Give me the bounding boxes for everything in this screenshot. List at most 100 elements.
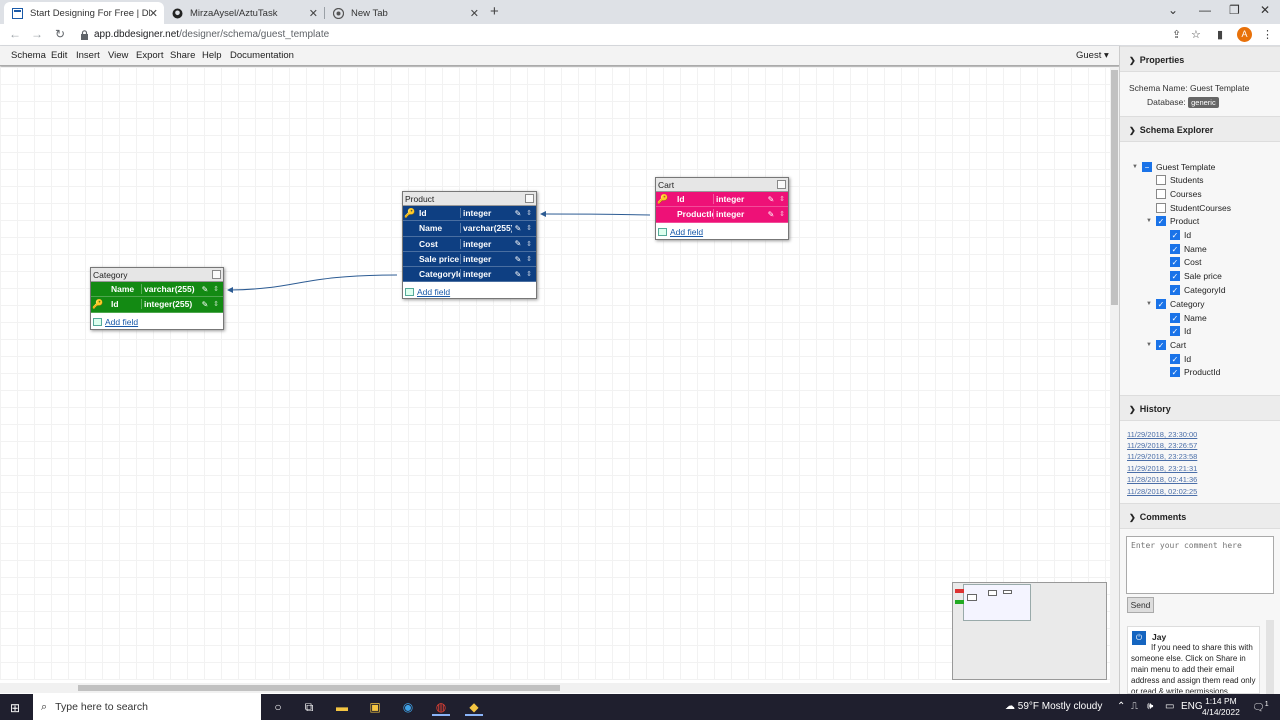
tree-table[interactable]: ▼ ✓ Product (1146, 214, 1199, 227)
history-entry[interactable]: 11/29/2018, 23:26:57 (1127, 441, 1197, 450)
battery-icon[interactable]: ▭ (1165, 701, 1174, 712)
edit-pencil-icon[interactable]: ✎ (512, 224, 524, 233)
clock[interactable]: 1:14 PM 4/14/2022 (1202, 696, 1240, 718)
table-options-icon[interactable] (212, 270, 221, 279)
field-row[interactable]: Sale price integer ✎ ⇕ (403, 251, 536, 268)
reorder-icon[interactable]: ⇕ (211, 300, 221, 308)
tray-overflow-icon[interactable]: ⌃ (1117, 701, 1125, 712)
share-icon[interactable]: ⇪ (1172, 28, 1181, 41)
horizontal-scroll-thumb[interactable] (78, 685, 560, 691)
checkbox-checked[interactable]: ✓ (1170, 256, 1180, 267)
bookmark-star-icon[interactable]: ☆ (1191, 28, 1201, 41)
minimap-viewport[interactable] (963, 584, 1031, 621)
tree-field[interactable]: ✓ Id (1170, 324, 1191, 337)
table-product[interactable]: Product 🔑 Id integer ✎ ⇕ Name varchar(255) ✎ ⇕ … (402, 191, 537, 300)
vertical-scroll-thumb[interactable] (1111, 70, 1118, 305)
edit-pencil-icon[interactable]: ✎ (765, 210, 777, 219)
side-panel-icon[interactable]: ▮ (1217, 28, 1223, 41)
restore-icon[interactable]: ❐ (1229, 3, 1240, 17)
edit-pencil-icon[interactable]: ✎ (765, 195, 777, 204)
cortana-icon[interactable]: ○ (269, 698, 287, 716)
send-button[interactable]: Send (1127, 597, 1154, 613)
edge-icon[interactable]: ◉ (399, 698, 417, 716)
close-window-icon[interactable]: ✕ (1260, 3, 1270, 17)
field-row[interactable]: Name varchar(255) ✎ ⇕ (91, 282, 223, 298)
tree-field[interactable]: ✓ Cost (1170, 255, 1201, 268)
checkbox-checked[interactable]: ✓ (1170, 325, 1180, 336)
add-field-link[interactable]: Add field (670, 227, 703, 237)
tree-field[interactable]: ✓ ProductId (1170, 365, 1220, 378)
table-cart[interactable]: Cart 🔑 Id integer ✎ ⇕ ProductId integer ✎ ⇕ Add… (655, 177, 789, 240)
notifications-icon[interactable]: 🗨1 (1252, 701, 1269, 713)
field-row[interactable]: 🔑 Id integer ✎ ⇕ (656, 192, 788, 208)
checkbox-partial[interactable]: − (1142, 161, 1152, 172)
task-view-icon[interactable]: ⧉ (300, 698, 318, 716)
reorder-icon[interactable]: ⇕ (211, 285, 221, 293)
reorder-icon[interactable]: ⇕ (524, 255, 534, 263)
tree-table[interactable]: ▼ ✓ Cart (1146, 338, 1186, 351)
checkbox[interactable] (1156, 202, 1166, 213)
tree-field[interactable]: ✓ Id (1170, 228, 1191, 241)
edit-pencil-icon[interactable]: ✎ (199, 285, 211, 294)
language-indicator[interactable]: ENG (1181, 701, 1203, 712)
reorder-icon[interactable]: ⇕ (524, 270, 534, 278)
tree-field[interactable]: ✓ Sale price (1170, 269, 1222, 282)
taskbar-search[interactable]: ⌕ Type here to search (33, 694, 261, 720)
file-explorer-icon[interactable]: ▬ (333, 698, 351, 716)
field-row[interactable]: ProductId integer ✎ ⇕ (656, 207, 788, 223)
chrome-taskbar-icon[interactable]: ◍ (432, 698, 450, 716)
tree-root[interactable]: ▼ − Guest Template (1132, 160, 1215, 173)
tree-table[interactable]: ▼ ✓ Category (1146, 297, 1205, 310)
tab-search-icon[interactable]: ⌄ (1168, 3, 1178, 17)
history-entry[interactable]: 11/29/2018, 23:30:00 (1127, 430, 1197, 439)
edit-pencil-icon[interactable]: ✎ (512, 209, 524, 218)
collapse-triangle-icon[interactable]: ▼ (1146, 218, 1156, 224)
history-entry[interactable]: 11/29/2018, 23:21:31 (1127, 464, 1197, 473)
checkbox-checked[interactable]: ✓ (1170, 312, 1180, 323)
tree-item[interactable]: Students (1156, 173, 1204, 186)
comment-input[interactable] (1126, 536, 1274, 594)
properties-header[interactable]: ❯ Properties (1120, 46, 1280, 72)
tree-field[interactable]: ✓ CategoryId (1170, 283, 1226, 296)
reorder-icon[interactable]: ⇕ (777, 195, 787, 203)
table-header[interactable]: Cart (656, 178, 788, 192)
table-header[interactable]: Category (91, 268, 223, 282)
table-header[interactable]: Product (403, 192, 536, 206)
tree-field[interactable]: ✓ Name (1170, 311, 1207, 324)
table-options-icon[interactable] (777, 180, 786, 189)
tree-item[interactable]: Courses (1156, 187, 1202, 200)
reorder-icon[interactable]: ⇕ (524, 224, 534, 232)
collapse-triangle-icon[interactable]: ▼ (1146, 301, 1156, 307)
chrome-menu-icon[interactable]: ⋮ (1262, 28, 1273, 41)
volume-icon[interactable]: 🕪 (1147, 701, 1153, 712)
checkbox-checked[interactable]: ✓ (1170, 270, 1180, 281)
windows-start-icon[interactable]: ⊞ (10, 701, 20, 715)
network-icon[interactable]: ⎍ (1131, 701, 1138, 712)
checkbox-checked[interactable]: ✓ (1170, 284, 1180, 295)
app-taskbar-icon[interactable]: ◆ (465, 698, 483, 716)
profile-avatar[interactable]: A (1237, 27, 1252, 42)
checkbox-checked[interactable]: ✓ (1170, 353, 1180, 364)
checkbox[interactable] (1156, 188, 1166, 199)
history-entry[interactable]: 11/29/2018, 23:23:58 (1127, 452, 1197, 461)
add-field-link[interactable]: Add field (417, 287, 450, 297)
history-entry[interactable]: 11/28/2018, 02:41:36 (1127, 475, 1197, 484)
schema-explorer-header[interactable]: ❯ Schema Explorer (1120, 116, 1280, 142)
minimize-icon[interactable]: — (1199, 3, 1211, 17)
field-row[interactable]: 🔑 Id integer ✎ ⇕ (403, 206, 536, 222)
history-entry[interactable]: 11/28/2018, 02:02:25 (1127, 487, 1197, 496)
tree-item[interactable]: StudentCourses (1156, 201, 1231, 214)
checkbox[interactable] (1156, 174, 1166, 185)
tree-field[interactable]: ✓ Name (1170, 242, 1207, 255)
minimap[interactable] (952, 582, 1107, 680)
edit-pencil-icon[interactable]: ✎ (512, 270, 524, 279)
field-row[interactable]: CategoryId integer ✎ ⇕ (403, 267, 536, 283)
table-options-icon[interactable] (525, 194, 534, 203)
tree-field[interactable]: ✓ Id (1170, 352, 1191, 365)
checkbox-checked[interactable]: ✓ (1156, 339, 1166, 350)
checkbox-checked[interactable]: ✓ (1156, 298, 1166, 309)
reorder-icon[interactable]: ⇕ (524, 209, 534, 217)
collapse-triangle-icon[interactable]: ▼ (1132, 164, 1142, 170)
history-header[interactable]: ❯ History (1120, 395, 1280, 421)
weather-widget[interactable]: ☁ 59°F Mostly cloudy (1005, 701, 1102, 712)
